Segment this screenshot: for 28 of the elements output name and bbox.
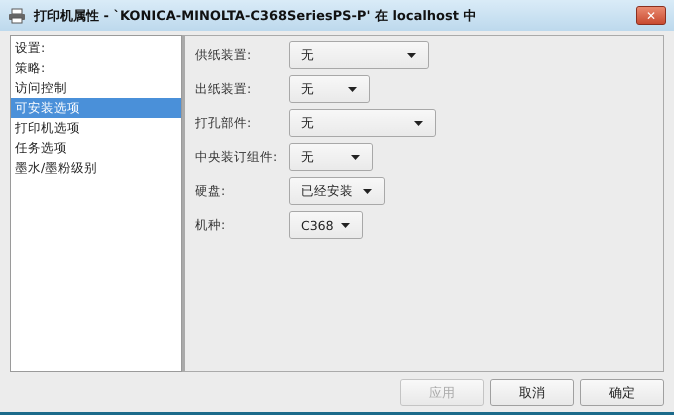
option-dropdown[interactable]: 无 bbox=[289, 143, 373, 171]
sidebar-item[interactable]: 设置: bbox=[11, 38, 181, 58]
printer-icon bbox=[8, 8, 26, 24]
caret-icon bbox=[348, 86, 357, 92]
option-dropdown[interactable]: 已经安装 bbox=[289, 177, 385, 205]
dialog-button[interactable]: 确定 bbox=[580, 379, 664, 406]
option-label: 打孔部件: bbox=[195, 114, 252, 132]
caret-icon bbox=[351, 154, 360, 160]
option-label: 硬盘: bbox=[195, 182, 226, 200]
option-label: 出纸装置: bbox=[195, 80, 252, 98]
option-dropdown[interactable]: 无 bbox=[289, 109, 436, 137]
option-dropdown[interactable]: C368 bbox=[289, 211, 363, 239]
sidebar-item[interactable]: 打印机选项 bbox=[11, 118, 181, 138]
dialog-button[interactable]: 取消 bbox=[490, 379, 574, 406]
caret-icon bbox=[341, 222, 350, 228]
sidebar-item[interactable]: 策略: bbox=[11, 58, 181, 78]
caret-icon bbox=[407, 52, 416, 58]
window-title: 打印机属性 - `KONICA-MINOLTA-C368SeriesPS-P' 在 localhost 中 bbox=[34, 8, 478, 24]
sidebar-item[interactable]: 访问控制 bbox=[11, 78, 181, 98]
sidebar-item[interactable]: 墨水/墨粉级别 bbox=[11, 158, 181, 178]
option-dropdown[interactable]: 无 bbox=[289, 41, 429, 69]
option-label: 机种: bbox=[195, 216, 226, 234]
option-dropdown[interactable]: 无 bbox=[289, 75, 370, 103]
sidebar-item[interactable]: 任务选项 bbox=[11, 138, 181, 158]
caret-icon bbox=[414, 120, 423, 126]
caret-icon bbox=[363, 188, 372, 194]
option-label: 中央装订组件: bbox=[195, 148, 278, 166]
option-label: 供纸装置: bbox=[195, 46, 252, 64]
